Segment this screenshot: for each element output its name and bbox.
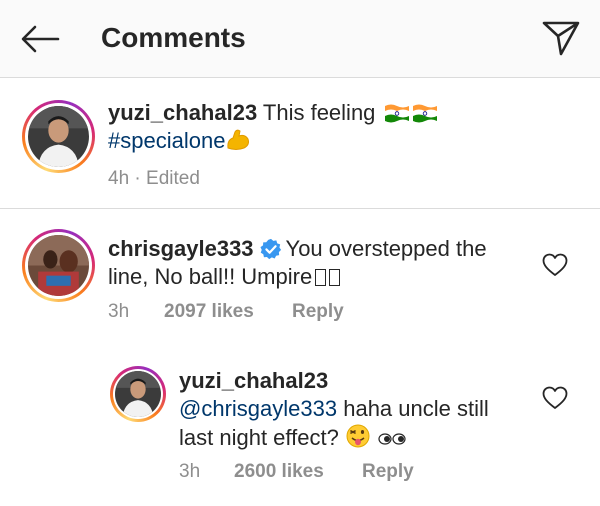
reply-line-3: last night effect? <box>179 423 407 452</box>
post-caption: yuzi_chahal23 This feeling #specialone 4… <box>0 79 600 209</box>
back-arrow-icon <box>21 25 60 53</box>
reply-text: haha uncle still <box>343 396 489 421</box>
top-bar: Comments <box>0 0 600 78</box>
share-button[interactable] <box>538 16 584 60</box>
like-heart-icon[interactable] <box>541 252 569 278</box>
comment-text-cont: line, No ball!! Umpire <box>108 264 313 289</box>
avatar[interactable] <box>22 100 95 173</box>
reply-text-cont: last night effect? <box>179 425 339 450</box>
caption-username[interactable]: yuzi_chahal23 <box>108 100 257 125</box>
page-title: Comments <box>101 22 246 53</box>
verified-badge-icon <box>260 238 281 260</box>
comment-line-2: line, No ball!! Umpire <box>108 263 341 291</box>
reply-line-2: @chrisgayle333 haha uncle still <box>179 395 489 423</box>
comment-text: You overstepped the <box>285 236 487 261</box>
comment-meta: 3h <box>108 300 129 324</box>
likes-count[interactable]: 2600 likes <box>234 461 324 482</box>
direct-share-icon <box>542 21 580 56</box>
flexed-biceps-emoji <box>227 129 250 150</box>
caption-line-1: yuzi_chahal23 This feeling <box>108 99 438 127</box>
reply-wrap: Reply <box>292 300 344 324</box>
comment-username[interactable]: chrisgayle333 <box>108 236 254 261</box>
missing-glyph-icon <box>329 269 341 286</box>
hashtag-link[interactable]: #specialone <box>108 128 225 153</box>
caption-meta: 4h · Edited <box>108 167 200 191</box>
eyes-emoji <box>378 433 406 445</box>
reply-button[interactable]: Reply <box>292 301 344 322</box>
reply-meta: 3h <box>179 460 200 484</box>
missing-glyph-icon <box>315 269 327 286</box>
india-flag-emoji <box>412 104 437 123</box>
avatar[interactable] <box>22 229 95 302</box>
profile-photo <box>28 106 89 167</box>
reply-line-1: yuzi_chahal23 <box>179 367 328 395</box>
likes-count-wrap: 2600 likes <box>234 460 324 484</box>
likes-count[interactable]: 2097 likes <box>164 301 254 322</box>
comment-line-1: chrisgayle333 You overstepped the <box>108 235 487 263</box>
like-heart-icon[interactable] <box>541 385 569 411</box>
likes-count-wrap: 2097 likes <box>164 300 254 324</box>
caption-line-2: #specialone <box>108 127 251 155</box>
profile-photo <box>28 235 89 296</box>
caption-text: This feeling <box>262 100 376 125</box>
reply-username[interactable]: yuzi_chahal23 <box>179 368 328 393</box>
mention-link[interactable]: @chrisgayle333 <box>179 396 337 421</box>
meta-separator: · <box>134 168 141 189</box>
edited-label: Edited <box>146 168 200 189</box>
reply-time: 3h <box>179 461 201 482</box>
avatar[interactable] <box>110 366 166 422</box>
reply-wrap: Reply <box>362 460 414 484</box>
profile-photo <box>115 371 161 417</box>
caption-time: 4h <box>108 168 130 189</box>
india-flag-emoji <box>384 104 409 123</box>
comment-time: 3h <box>108 301 130 322</box>
winking-tongue-emoji <box>346 424 370 448</box>
back-button[interactable] <box>18 19 62 59</box>
reply-button[interactable]: Reply <box>362 461 414 482</box>
